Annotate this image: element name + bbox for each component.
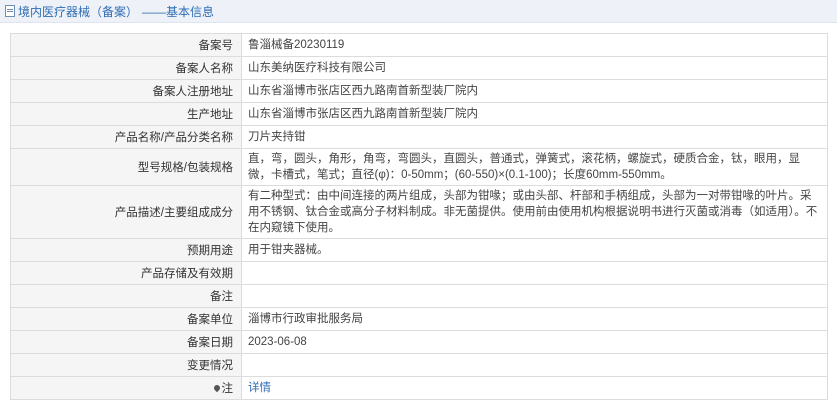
row-label: 备案日期 [10, 330, 242, 354]
row-label: 产品描述/主要组成成分 [10, 185, 242, 239]
header-subtitle: ——基本信息 [142, 4, 215, 19]
table-row: 预期用途 用于钳夹器械。 [10, 238, 828, 262]
row-value: 淄博市行政审批服务局 [241, 307, 828, 331]
table-row: 备案日期 2023-06-08 [10, 330, 828, 354]
row-label: 备案单位 [10, 307, 242, 331]
row-label: 备注 [10, 284, 242, 308]
table-row: 生产地址 山东省淄博市张店区西九路南首新型装厂院内 [10, 102, 828, 126]
table-row: 注 详情 [10, 376, 828, 400]
info-table-wrapper: 备案号 鲁淄械备20230119 备案人名称 山东美纳医疗科技有限公司 备案人注… [10, 33, 828, 400]
table-row: 产品描述/主要组成成分 有二种型式：由中间连接的两片组成，头部为钳喙；或由头部、… [10, 185, 828, 239]
row-value: 有二种型式：由中间连接的两片组成，头部为钳喙；或由头部、杆部和手柄组成，头部为一… [241, 185, 828, 239]
row-value: 山东省淄博市张店区西九路南首新型装厂院内 [241, 79, 828, 103]
page-header: 境内医疗器械（备案） ——基本信息 [0, 0, 837, 23]
table-row: 备案人注册地址 山东省淄博市张店区西九路南首新型装厂院内 [10, 79, 828, 103]
pin-icon [212, 383, 221, 393]
table-row: 产品存储及有效期 [10, 261, 828, 285]
note-label-cell: 注 [10, 376, 242, 400]
note-value-cell: 详情 [241, 376, 828, 400]
row-label: 备案号 [10, 33, 242, 57]
row-value: 鲁淄械备20230119 [241, 33, 828, 57]
table-row: 备注 [10, 284, 828, 308]
row-label: 变更情况 [10, 353, 242, 377]
row-label: 型号规格/包装规格 [10, 148, 242, 186]
info-table: 备案号 鲁淄械备20230119 备案人名称 山东美纳医疗科技有限公司 备案人注… [10, 33, 828, 400]
document-icon [5, 5, 15, 17]
table-row: 备案号 鲁淄械备20230119 [10, 33, 828, 57]
table-row: 型号规格/包装规格 直，弯，圆头，角形，角弯，弯圆头，直圆头，普通式，弹簧式，滚… [10, 148, 828, 186]
row-label: 备案人名称 [10, 56, 242, 80]
row-value: 山东省淄博市张店区西九路南首新型装厂院内 [241, 102, 828, 126]
table-row: 产品名称/产品分类名称 刀片夹持钳 [10, 125, 828, 149]
row-label: 注 [221, 383, 234, 395]
row-value [241, 284, 828, 308]
row-value [241, 353, 828, 377]
table-row: 备案单位 淄博市行政审批服务局 [10, 307, 828, 331]
row-value: 2023-06-08 [241, 330, 828, 354]
row-label: 产品名称/产品分类名称 [10, 125, 242, 149]
table-row: 变更情况 [10, 353, 828, 377]
row-value [241, 261, 828, 285]
header-title: 境内医疗器械（备案） [18, 4, 139, 19]
row-value: 直，弯，圆头，角形，角弯，弯圆头，直圆头，普通式，弹簧式，滚花柄，螺旋式，硬质合… [241, 148, 828, 186]
table-row: 备案人名称 山东美纳医疗科技有限公司 [10, 56, 828, 80]
row-value: 山东美纳医疗科技有限公司 [241, 56, 828, 80]
row-label: 预期用途 [10, 238, 242, 262]
row-value: 刀片夹持钳 [241, 125, 828, 149]
details-link[interactable]: 详情 [248, 382, 271, 394]
row-value: 用于钳夹器械。 [241, 238, 828, 262]
row-label: 产品存储及有效期 [10, 261, 242, 285]
row-label: 备案人注册地址 [10, 79, 242, 103]
row-label: 生产地址 [10, 102, 242, 126]
